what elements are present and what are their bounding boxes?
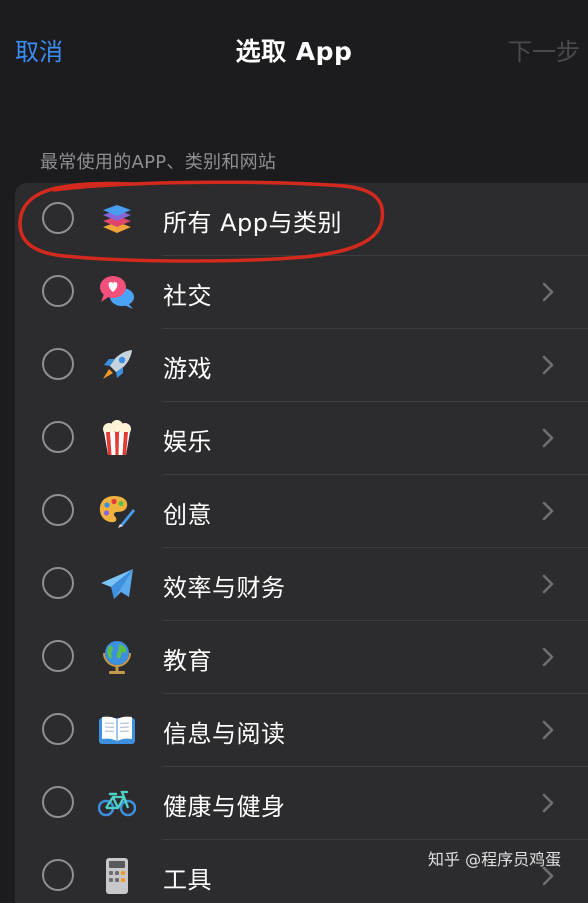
popcorn-icon (97, 418, 137, 458)
chevron-right-icon (542, 720, 554, 740)
navigation-bar: 取消 选取 App 下一步 (0, 0, 588, 100)
bicycle-icon (97, 783, 137, 823)
selection-radio[interactable] (42, 640, 74, 672)
list-item-health-fitness[interactable]: 健康与健身 (15, 767, 588, 840)
selection-radio[interactable] (42, 713, 74, 745)
selection-radio[interactable] (42, 859, 74, 891)
list-item-creativity[interactable]: 创意 (15, 475, 588, 548)
app-category-list: 所有 App与类别 社交 游戏 娱乐 创意 效率与财务 教育 信息与阅读 健康与… (15, 183, 588, 903)
item-label: 健康与健身 (163, 793, 286, 821)
book-icon (97, 710, 137, 750)
selection-radio[interactable] (42, 202, 74, 234)
list-item-productivity-finance[interactable]: 效率与财务 (15, 548, 588, 621)
page-title: 选取 App (235, 37, 353, 66)
selection-radio[interactable] (42, 348, 74, 380)
chevron-right-icon (542, 282, 554, 302)
list-item-all-apps[interactable]: 所有 App与类别 (15, 183, 588, 256)
next-button[interactable]: 下一步 (508, 32, 580, 67)
watermark-text: 知乎 @程序员鸡蛋 (428, 850, 562, 869)
chevron-right-icon (542, 428, 554, 448)
selection-radio[interactable] (42, 567, 74, 599)
item-label: 效率与财务 (163, 574, 286, 602)
chat-heart-icon (97, 272, 137, 312)
selection-radio[interactable] (42, 275, 74, 307)
list-item-games[interactable]: 游戏 (15, 329, 588, 402)
item-label: 教育 (163, 647, 212, 675)
selection-radio[interactable] (42, 494, 74, 526)
item-label: 工具 (163, 866, 212, 894)
palette-icon (97, 491, 137, 531)
item-label: 所有 App与类别 (163, 209, 343, 237)
item-label: 创意 (163, 501, 212, 529)
list-item-social[interactable]: 社交 (15, 256, 588, 329)
globe-icon (97, 637, 137, 677)
selection-radio[interactable] (42, 786, 74, 818)
list-item-education[interactable]: 教育 (15, 621, 588, 694)
item-label: 娱乐 (163, 428, 212, 456)
calculator-icon (97, 856, 137, 896)
chevron-right-icon (542, 355, 554, 375)
item-label: 社交 (163, 282, 212, 310)
stack-icon (97, 199, 137, 239)
list-item-entertainment[interactable]: 娱乐 (15, 402, 588, 475)
chevron-right-icon (542, 501, 554, 521)
item-label: 游戏 (163, 355, 212, 383)
chevron-right-icon (542, 647, 554, 667)
selection-radio[interactable] (42, 421, 74, 453)
chevron-right-icon (542, 793, 554, 813)
chevron-right-icon (542, 574, 554, 594)
section-header: 最常使用的APP、类别和网站 (40, 152, 277, 173)
paper-plane-icon (97, 564, 137, 604)
list-item-information-reading[interactable]: 信息与阅读 (15, 694, 588, 767)
rocket-icon (97, 345, 137, 385)
item-label: 信息与阅读 (163, 720, 286, 748)
